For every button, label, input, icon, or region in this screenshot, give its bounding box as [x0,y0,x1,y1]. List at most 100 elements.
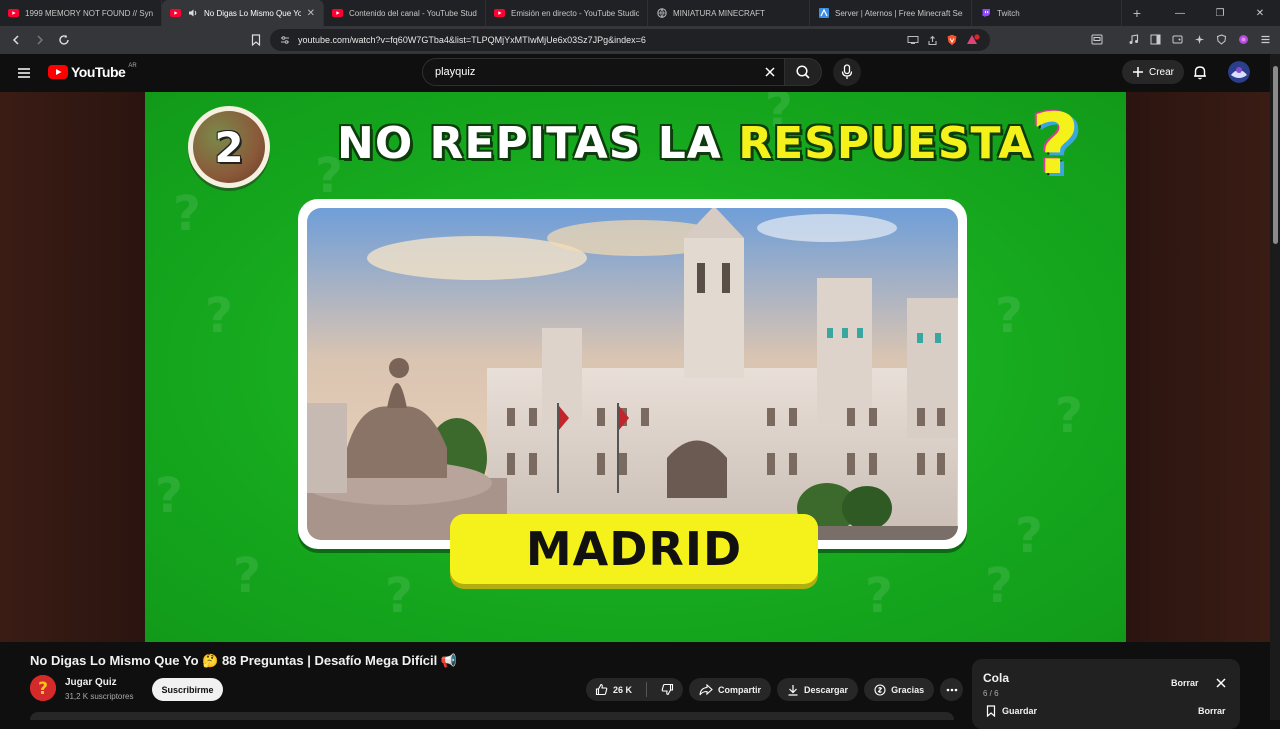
twitch-icon [980,8,991,19]
brave-rewards-icon[interactable] [966,34,980,46]
youtube-studio-icon [332,8,343,19]
thumbnail-headline: NO REPITAS LA RESPUESTA [337,118,1032,169]
browser-menu-icon[interactable] [1256,30,1274,48]
download-label: Descargar [804,684,849,695]
question-mark-pattern-icon: ? [385,568,413,624]
browser-tab[interactable]: MINIATURA MINECRAFT [648,0,810,26]
description-box[interactable] [30,712,954,720]
answer-text: MADRID [525,522,743,576]
restore-icon[interactable]: ❐ [1200,8,1240,19]
dislike-button[interactable] [652,678,683,701]
svg-text:?: ? [38,679,48,699]
tab-close-icon[interactable]: ✕ [307,8,315,19]
queue-clear-button-secondary[interactable]: Borrar [1198,706,1226,716]
headline-yellow-text: RESPUESTA [738,118,1034,169]
voice-search-button[interactable] [833,58,861,86]
question-mark-pattern-icon: ? [1055,388,1083,444]
close-window-icon[interactable]: ✕ [1240,8,1280,19]
reload-icon[interactable] [54,30,74,50]
save-bookmark-icon [986,705,996,717]
leo-ai-icon[interactable] [1190,30,1208,48]
video-actions: 26 K Compartir Descargar Gracias [586,678,964,701]
share-arrow-icon [699,683,713,696]
media-icon[interactable] [1124,30,1142,48]
cast-icon[interactable] [907,35,919,45]
globe-icon [656,8,667,19]
share-page-icon[interactable] [927,35,938,46]
youtube-header: YouTube AR Crear [0,54,1280,92]
like-dislike-group: 26 K [586,678,684,701]
video-player[interactable]: ? ? ? ? ? ? ? ? ? ? ? ? 2 NO REPITAS LA … [0,92,1270,642]
video-frame[interactable]: ? ? ? ? ? ? ? ? ? ? ? ? 2 NO REPITAS LA … [145,92,1126,642]
brave-shield-icon[interactable] [946,34,958,46]
side-panel-icon[interactable] [1146,30,1164,48]
bookmark-icon[interactable] [246,30,266,50]
thanks-button[interactable]: Gracias [864,678,935,701]
browser-tab[interactable]: 1999 MEMORY NOT FOUND // Synth [0,0,162,26]
answer-photo-frame [298,199,967,549]
youtube-icon [8,8,19,19]
channel-avatar[interactable]: ? [30,675,56,701]
back-icon[interactable] [6,30,26,50]
address-bar[interactable]: youtube.com/watch?v=fq60W7GTba4&list=TLP… [270,29,990,51]
thanks-label: Gracias [891,684,925,695]
create-label: Crear [1149,66,1175,78]
question-mark-pattern-icon: ? [233,548,261,604]
search-button[interactable] [784,58,822,86]
search-icon [795,64,811,80]
tab-title: Server | Aternos | Free Minecraft Server [835,8,963,18]
download-button[interactable]: Descargar [777,678,859,701]
youtube-wordmark: YouTube [71,64,126,80]
subscribe-button[interactable]: Suscribirme [152,678,223,701]
madrid-palace-photo [307,208,958,540]
create-button[interactable]: Crear [1122,60,1185,84]
site-info-icon[interactable] [280,35,290,45]
youtube-logo[interactable]: YouTube AR [48,63,137,80]
search-input[interactable] [435,66,773,78]
search-box[interactable] [422,58,786,86]
like-count: 26 K [613,684,633,695]
youtube-play-icon [48,65,68,79]
round-number: 2 [214,122,244,172]
toolbar-extensions [1088,30,1274,48]
profile-icon[interactable] [1234,30,1252,48]
new-tab-button[interactable]: + [1122,5,1152,21]
share-label: Compartir [718,684,762,695]
share-button[interactable]: Compartir [689,678,772,701]
queue-clear-button[interactable]: Borrar [1171,678,1199,688]
video-title: No Digas Lo Mismo Que Yo 🤔 88 Preguntas … [30,653,458,668]
clear-search-icon[interactable] [763,65,777,79]
more-actions-button[interactable] [940,678,964,701]
notifications-bell-icon[interactable] [1192,64,1208,80]
like-button[interactable]: 26 K [586,678,641,701]
browser-toolbar: youtube.com/watch?v=fq60W7GTba4&list=TLP… [0,26,1280,54]
channel-name[interactable]: Jugar Quiz [65,677,117,688]
question-mark-pattern-icon: ? [985,558,1013,614]
like-separator [646,682,648,697]
queue-save-button[interactable]: Guardar [986,705,1037,717]
tab-title: Emisión en directo - YouTube Studio [511,8,639,18]
window-controls: — ❐ ✕ [1160,8,1280,19]
thumbs-up-icon [595,683,608,696]
minimize-icon[interactable]: — [1160,8,1200,19]
account-avatar[interactable] [1228,61,1250,83]
browser-tab[interactable]: Contenido del canal - YouTube Studio [324,0,486,26]
browser-tab[interactable]: Twitch [972,0,1122,26]
scrollbar-thumb[interactable] [1273,66,1278,244]
hamburger-menu-icon[interactable] [16,65,32,81]
youtube-studio-icon [494,8,505,19]
speaker-icon[interactable] [187,8,198,19]
tab-title: 1999 MEMORY NOT FOUND // Synth [25,8,153,18]
wallet-icon[interactable] [1168,30,1186,48]
forward-icon[interactable] [30,30,50,50]
question-mark-pattern-icon: ? [173,186,201,242]
browser-tab[interactable]: Server | Aternos | Free Minecraft Server [810,0,972,26]
browser-tab[interactable]: Emisión en directo - YouTube Studio [486,0,648,26]
browser-tab-active[interactable]: No Digas Lo Mismo Que Yo 🤔 ✕ [162,0,324,26]
headline-white-text: NO REPITAS LA [337,118,722,169]
queue-close-icon[interactable] [1215,677,1227,689]
vpn-icon[interactable] [1212,30,1230,48]
queue-count: 6 / 6 [983,689,999,698]
sidebar-icon[interactable] [1088,30,1106,48]
question-mark-pattern-icon: ? [155,468,183,524]
